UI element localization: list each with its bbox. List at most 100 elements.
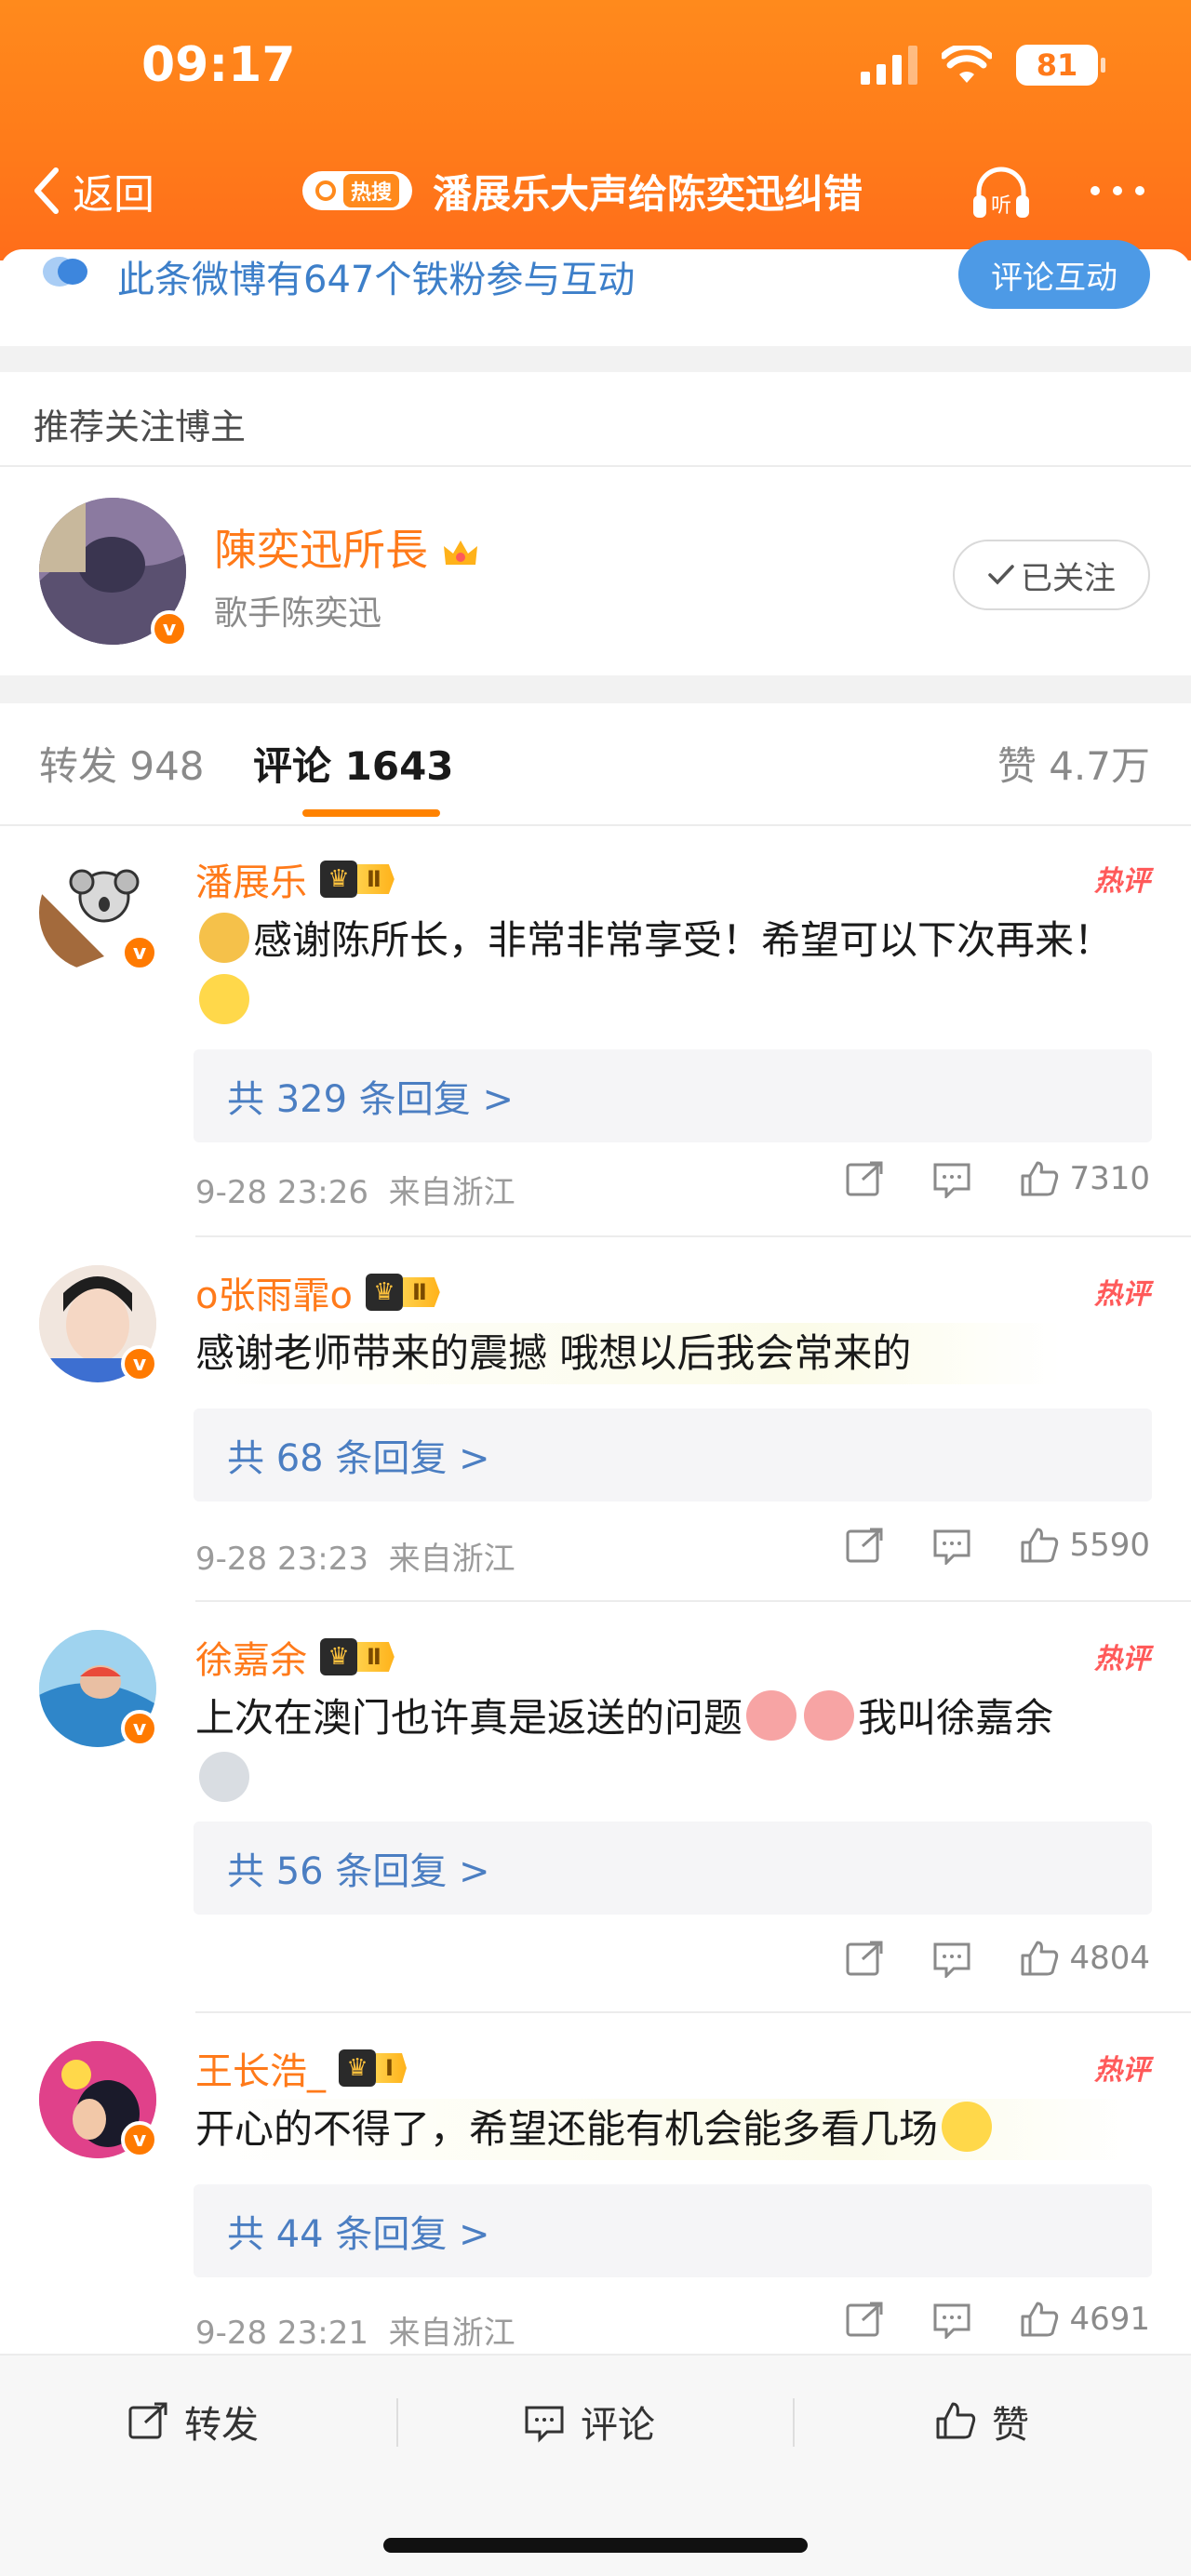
fan-level-badge: ♛ Ⅱ: [320, 861, 395, 898]
share-icon: [846, 1161, 883, 1196]
hot-comment-badge: 热评: [1094, 1643, 1150, 1675]
crown-icon: ♛: [339, 2049, 376, 2087]
tab-likes[interactable]: 赞 4.7万: [997, 735, 1150, 792]
recommend-desc: 歌手陈奕迅: [214, 594, 382, 633]
comment-icon: [933, 1942, 970, 1978]
like-button[interactable]: 5590: [1019, 1526, 1150, 1565]
reply-button[interactable]: [931, 1939, 972, 1978]
reply-count-link[interactable]: 共 68 条回复 >: [194, 1408, 1152, 1502]
crown-icon: ♛: [320, 861, 357, 898]
followed-button[interactable]: 已关注: [953, 540, 1150, 610]
fan-level-badge: ♛ Ⅱ: [320, 1638, 395, 1675]
wifi-icon: [942, 46, 992, 83]
header: 09:17 81 返回 热搜 潘展乐大声给陈奕迅纠错 听: [0, 0, 1191, 260]
fan-banner-text: 此条微博有647个铁粉参与互动: [117, 259, 636, 301]
crown-icon: ♛: [365, 1274, 403, 1311]
comment-author[interactable]: 潘展乐 ♛ Ⅱ: [195, 852, 395, 906]
back-label: 返回: [73, 171, 154, 219]
section-gap: [0, 346, 1191, 372]
comment-icon: [525, 2406, 564, 2443]
thumbs-up-icon: [936, 2402, 976, 2439]
comment-interact-button[interactable]: 评论互动: [958, 240, 1150, 309]
reply-button[interactable]: [931, 1159, 972, 1198]
bottom-comment-button[interactable]: 评论: [523, 2395, 655, 2449]
comment-author[interactable]: 徐嘉余 ♛ Ⅱ: [195, 1630, 395, 1684]
verified-badge: v: [121, 2121, 158, 2158]
bottom-repost-button[interactable]: 转发: [127, 2395, 259, 2449]
repost-button[interactable]: [844, 1159, 885, 1198]
comment-meta: 9-28 23:23 来自浙江: [195, 1541, 515, 1578]
divider: [0, 465, 1191, 467]
reply-count-link[interactable]: 共 44 条回复 >: [194, 2184, 1152, 2277]
verified-badge: v: [151, 610, 188, 647]
page-title[interactable]: 热搜 潘展乐大声给陈奕迅纠错: [302, 163, 863, 220]
status-icons: 81: [861, 45, 1105, 86]
recommend-section-title: 推荐关注博主: [33, 407, 247, 447]
divider: [793, 2398, 795, 2447]
hot-comment-badge: 热评: [1094, 865, 1150, 898]
comment-item: v 潘展乐 ♛ Ⅱ 热评 感谢陈所长，非常非常享受！希望可以下次再来！ 共 329…: [0, 824, 1191, 1235]
verified-badge: v: [121, 934, 158, 971]
comment-author[interactable]: 王长浩_ ♛ Ⅰ: [195, 2041, 407, 2095]
comment-author[interactable]: o张雨霏o ♛ Ⅱ: [195, 1265, 440, 1319]
crown-icon: ♛: [320, 1638, 357, 1675]
comment-text: 开心的不得了，希望还能有机会能多看几场: [195, 2099, 1135, 2160]
verified-badge: v: [121, 1710, 158, 1747]
more-icon[interactable]: [1091, 186, 1144, 195]
comment-item: v 王长浩_ ♛ Ⅰ 热评 开心的不得了，希望还能有机会能多看几场 共 44 条回…: [0, 2013, 1191, 2354]
comment-meta: 9-28 23:26 来自浙江: [195, 1174, 515, 1211]
crown-icon: [443, 540, 477, 565]
signal-icon: [861, 46, 917, 85]
comment-icon: [933, 1163, 970, 1198]
reply-count-link[interactable]: 共 56 条回复 >: [194, 1822, 1152, 1915]
comment-text: 感谢老师带来的震撼 哦想以后我会常来的: [195, 1323, 1061, 1384]
home-indicator[interactable]: [383, 2538, 808, 2553]
comment-actions: 7310: [844, 1159, 1150, 1198]
check-icon: [988, 565, 1014, 585]
tab-comments[interactable]: 评论 1643: [253, 735, 454, 792]
active-tab-indicator: [302, 809, 440, 817]
like-button[interactable]: 7310: [1019, 1159, 1150, 1198]
pig-emoji-icon: [746, 1690, 797, 1741]
thumbs-up-icon: [1021, 1941, 1059, 1976]
listen-icon[interactable]: 听: [968, 158, 1035, 225]
fan-level-badge: ♛ Ⅱ: [365, 1274, 440, 1311]
verified-badge: v: [121, 1345, 158, 1382]
comment-item: v o张雨霏o ♛ Ⅱ 热评 感谢老师带来的震撼 哦想以后我会常来的 共 68 条…: [0, 1237, 1191, 1600]
repost-button[interactable]: [844, 1939, 885, 1978]
comment-item: v 徐嘉余 ♛ Ⅱ 热评 上次在澳门也许真是返送的问题 我叫徐嘉余 共 56 条回复…: [0, 1602, 1191, 2011]
reply-button[interactable]: [931, 1526, 972, 1565]
back-button[interactable]: 返回: [28, 161, 154, 220]
share-icon: [846, 1941, 883, 1976]
comment-text: 感谢陈所长，非常非常享受！希望可以下次再来！: [195, 910, 1154, 1033]
bottom-like-button[interactable]: 赞: [934, 2395, 1029, 2449]
search-icon: [315, 180, 336, 201]
title-text: 潘展乐大声给陈奕迅纠错: [433, 170, 863, 217]
comment-text: 上次在澳门也许真是返送的问题 我叫徐嘉余: [195, 1688, 1154, 1810]
reply-button[interactable]: [931, 2300, 972, 2339]
doge-emoji-icon: [199, 913, 249, 963]
comment-actions: 4691: [844, 2300, 1150, 2339]
svg-text:听: 听: [991, 194, 1011, 218]
battery-icon: 81: [1016, 45, 1105, 86]
divider: [396, 2398, 398, 2447]
section-gap: [0, 675, 1191, 703]
recommend-name[interactable]: 陳奕迅所長: [214, 516, 479, 578]
like-button[interactable]: 4804: [1019, 1939, 1150, 1978]
tab-reposts[interactable]: 转发 948: [39, 735, 205, 792]
repost-button[interactable]: [844, 2300, 885, 2339]
comment-icon: [933, 2303, 970, 2339]
comment-icon: [933, 1529, 970, 1565]
like-button[interactable]: 4691: [1019, 2300, 1150, 2339]
nav-bar: 返回 热搜 潘展乐大声给陈奕迅纠错 听: [0, 149, 1191, 233]
chevron-left-icon: [34, 167, 59, 214]
comment-actions: 5590: [844, 1526, 1150, 1565]
thumbs-up-icon: [1021, 2302, 1059, 2337]
tab-bar: 转发 948 评论 1643 赞 4.7万: [0, 735, 1191, 819]
fan-level-badge: ♛ Ⅰ: [339, 2049, 407, 2087]
comment-meta: 9-28 23:21 来自浙江: [195, 2315, 515, 2352]
hot-comment-badge: 热评: [1094, 2054, 1150, 2087]
repost-button[interactable]: [844, 1526, 885, 1565]
reply-count-link[interactable]: 共 329 条回复 >: [194, 1049, 1152, 1142]
hot-search-tag: 热搜: [302, 171, 413, 210]
